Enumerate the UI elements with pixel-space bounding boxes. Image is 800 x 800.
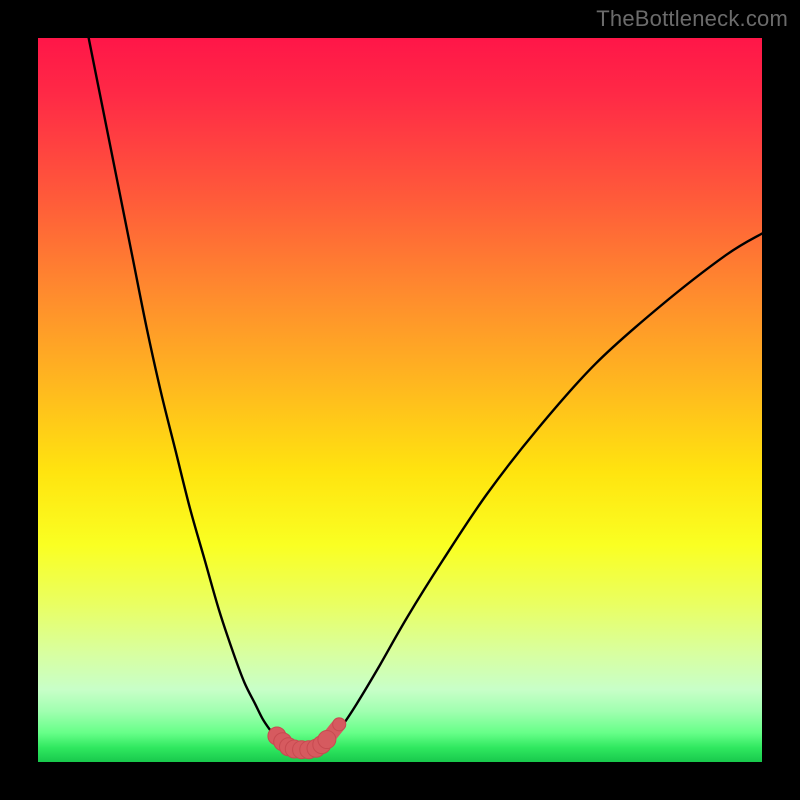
left-branch-curve [89, 38, 282, 743]
curve-layer [38, 38, 762, 762]
bottleneck-markers-group [268, 718, 346, 759]
bottleneck-marker [318, 731, 336, 749]
right-branch-curve [324, 233, 762, 743]
watermark-text: TheBottleneck.com [596, 6, 788, 32]
bottleneck-marker [333, 718, 346, 731]
chart-frame: TheBottleneck.com [0, 0, 800, 800]
plot-area [38, 38, 762, 762]
